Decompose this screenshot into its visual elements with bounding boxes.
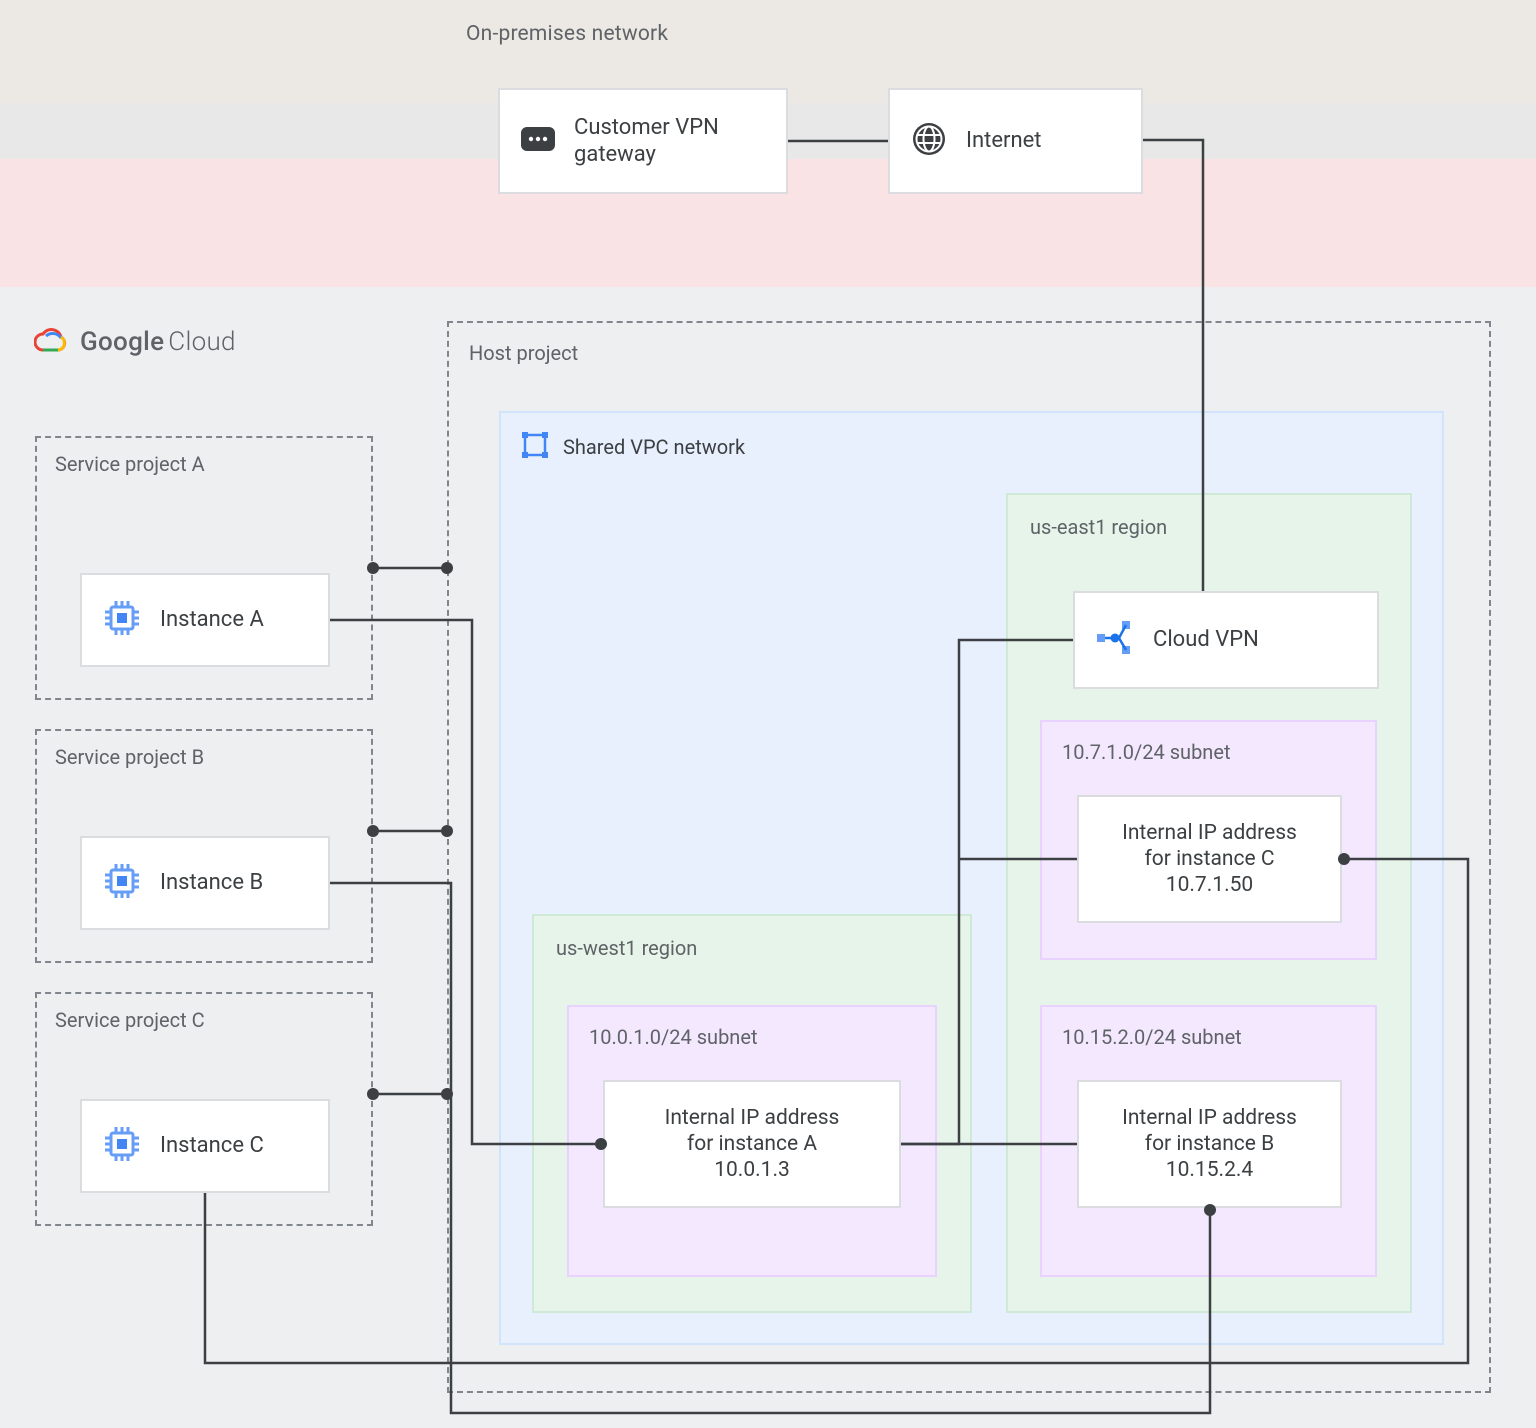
region-west-label: us-west1 region <box>556 936 697 960</box>
cloud-vpn-node: Cloud VPN <box>1073 591 1379 689</box>
ip-instance-a-l2: for instance A <box>687 1131 817 1157</box>
vpn-gateway-icon <box>520 126 556 156</box>
customer-vpn-gateway-label: Customer VPN gateway <box>574 114 766 169</box>
brand-google: Google <box>80 327 164 357</box>
google-cloud-logo: Google Cloud <box>34 327 236 357</box>
onprem-title: On-premises network <box>466 22 668 46</box>
ip-instance-c-node: Internal IP address for instance C 10.7.… <box>1077 795 1342 923</box>
service-project-a-title: Service project A <box>55 452 205 476</box>
compute-icon <box>102 861 142 905</box>
vpc-icon <box>519 429 551 465</box>
cloud-vpn-label: Cloud VPN <box>1153 626 1259 654</box>
brand-cloud: Cloud <box>168 327 236 357</box>
compute-icon <box>102 598 142 642</box>
google-cloud-icon <box>34 328 68 356</box>
ip-instance-b-l1: Internal IP address <box>1122 1105 1297 1131</box>
ip-instance-b-node: Internal IP address for instance B 10.15… <box>1077 1080 1342 1208</box>
subnet-east-1-cidr: 10.7.1.0/24 subnet <box>1062 740 1231 764</box>
region-east-label: us-east1 region <box>1030 515 1167 539</box>
internet-node: Internet <box>888 88 1143 194</box>
ip-instance-b-l2: for instance B <box>1145 1131 1274 1157</box>
ip-instance-c-l2: for instance C <box>1144 846 1274 872</box>
compute-icon <box>102 1124 142 1168</box>
instance-c-label: Instance C <box>160 1132 264 1160</box>
diagram-root: On-premises network Customer VPN gateway… <box>0 0 1536 1428</box>
instance-b-node: Instance B <box>80 836 330 930</box>
service-project-b-title: Service project B <box>55 745 204 769</box>
ip-instance-a-node: Internal IP address for instance A 10.0.… <box>603 1080 901 1208</box>
instance-c-node: Instance C <box>80 1099 330 1193</box>
subnet-east-2-cidr: 10.15.2.0/24 subnet <box>1062 1025 1242 1049</box>
cloud-vpn-icon <box>1095 619 1135 661</box>
instance-a-label: Instance A <box>160 606 264 634</box>
internet-label: Internet <box>966 127 1041 155</box>
subnet-west-cidr: 10.0.1.0/24 subnet <box>589 1025 758 1049</box>
ip-instance-a-l3: 10.0.1.3 <box>714 1157 790 1183</box>
ip-instance-b-l3: 10.15.2.4 <box>1166 1157 1253 1183</box>
ip-instance-a-l1: Internal IP address <box>665 1105 840 1131</box>
service-project-c-title: Service project C <box>55 1008 205 1032</box>
instance-a-node: Instance A <box>80 573 330 667</box>
internet-icon <box>910 120 948 162</box>
shared-vpc-label: Shared VPC network <box>563 435 745 459</box>
instance-b-label: Instance B <box>160 869 263 897</box>
customer-vpn-gateway: Customer VPN gateway <box>498 88 788 194</box>
host-project-label: Host project <box>469 341 578 365</box>
ip-instance-c-l3: 10.7.1.50 <box>1166 872 1253 898</box>
ip-instance-c-l1: Internal IP address <box>1122 820 1297 846</box>
